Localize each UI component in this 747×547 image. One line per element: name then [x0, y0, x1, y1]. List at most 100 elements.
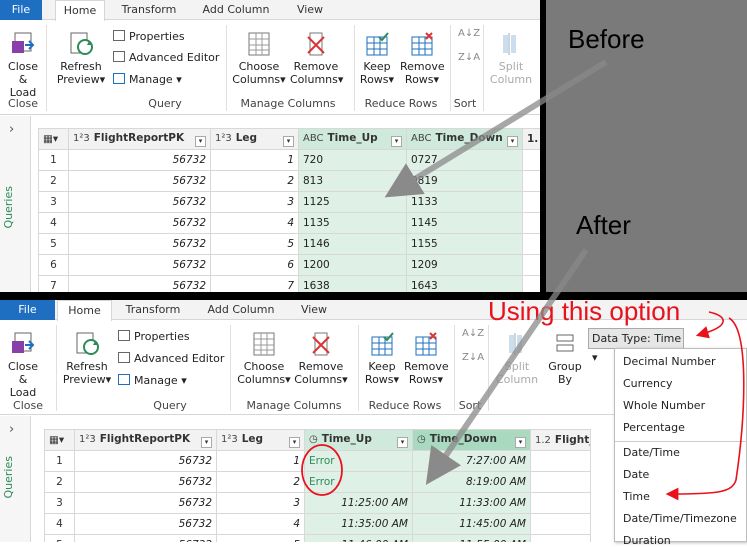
cell-leg[interactable]: 5 [216, 534, 305, 542]
cell-leg[interactable]: 4 [210, 212, 299, 234]
column-header[interactable]: ABC Time_Up ▾ [298, 128, 407, 150]
cell-flightreportpk[interactable]: 56732 [68, 233, 211, 255]
cell-leg[interactable]: 2 [210, 170, 299, 192]
cell-time-down[interactable]: 7:27:00 AM [412, 450, 531, 472]
remove-columns-button[interactable]: Remove Columns▾ [290, 31, 343, 86]
cell-extra[interactable] [522, 149, 541, 171]
cell-time-up[interactable]: Error [304, 471, 413, 493]
cell-extra[interactable] [522, 212, 541, 234]
manage-button[interactable]: Manage ▾ [118, 374, 187, 388]
tab-home[interactable]: Home [57, 300, 112, 321]
cell-flightreportpk[interactable]: 56732 [68, 170, 211, 192]
tab-add-column[interactable]: Add Column [200, 300, 282, 320]
tab-transform[interactable]: Transform [114, 0, 184, 20]
filter-dropdown-icon[interactable]: ▾ [201, 436, 212, 448]
cell-flight[interactable] [530, 534, 591, 542]
table-menu-icon[interactable]: ▦▾ [44, 429, 75, 451]
cell-time-up[interactable]: 813 [298, 170, 407, 192]
cell-leg[interactable]: 3 [210, 191, 299, 213]
properties-button[interactable]: Properties [113, 30, 185, 44]
filter-dropdown-icon[interactable]: ▾ [397, 436, 408, 448]
data-type-dropdown[interactable]: Data Type: Time ▾ [588, 328, 684, 364]
menu-item[interactable]: Date [623, 468, 649, 481]
menu-item[interactable]: Date/Time [623, 446, 680, 459]
refresh-preview-button[interactable]: Refresh Preview▾ [60, 331, 114, 386]
close-load-button[interactable]: Close & Load [2, 31, 44, 99]
cell-extra[interactable] [522, 233, 541, 255]
sort-ascending-icon[interactable]: A↓Z [458, 27, 480, 41]
cell-flightreportpk[interactable]: 56732 [74, 471, 217, 493]
remove-columns-button[interactable]: Remove Columns▾ [294, 331, 348, 386]
split-column-button[interactable]: Split Column [494, 331, 540, 386]
close-load-button[interactable]: Close & Load [2, 331, 44, 399]
cell-time-down[interactable]: 1643 [406, 275, 523, 292]
cell-time-down[interactable]: 1133 [406, 191, 523, 213]
tab-file[interactable]: File [0, 300, 55, 320]
filter-dropdown-icon[interactable]: ▾ [507, 135, 518, 147]
cell-time-down[interactable]: 11:45:00 AM [412, 513, 531, 535]
column-header[interactable]: 1²3 Leg ▾ [210, 128, 299, 150]
remove-rows-button[interactable]: Remove Rows▾ [404, 331, 449, 386]
cell-flightreportpk[interactable]: 56732 [68, 191, 211, 213]
cell-leg[interactable]: 2 [216, 471, 305, 493]
cell-flight[interactable] [530, 450, 591, 472]
column-header[interactable]: ABC Time_Down ▾ [406, 128, 523, 150]
cell-flightreportpk[interactable]: 56732 [68, 275, 211, 292]
refresh-preview-button[interactable]: Refresh Preview▾ [55, 31, 107, 86]
cell-time-up[interactable]: Error [304, 450, 413, 472]
cell-time-up[interactable]: 1200 [298, 254, 407, 276]
tab-view[interactable]: View [288, 0, 332, 20]
column-header[interactable]: ◷ Time_Up ▾ [304, 429, 413, 451]
cell-leg[interactable]: 4 [216, 513, 305, 535]
menu-item[interactable]: Whole Number [623, 399, 705, 412]
remove-rows-button[interactable]: Remove Rows▾ [400, 31, 445, 86]
cell-time-up[interactable]: 720 [298, 149, 407, 171]
cell-extra[interactable] [522, 191, 541, 213]
cell-flightreportpk[interactable]: 56732 [68, 212, 211, 234]
queries-pane[interactable]: › Queries [0, 416, 31, 542]
cell-time-down[interactable]: 1145 [406, 212, 523, 234]
cell-flightreportpk[interactable]: 56732 [74, 492, 217, 514]
column-header[interactable]: ◷ Time_Down ▾ [412, 429, 531, 451]
menu-item[interactable]: Percentage [623, 421, 685, 434]
cell-leg[interactable]: 7 [210, 275, 299, 292]
menu-item[interactable]: Decimal Number [623, 355, 716, 368]
sort-descending-icon[interactable]: Z↓A [458, 51, 480, 65]
column-header[interactable]: 1. [522, 128, 541, 150]
cell-time-up[interactable]: 1125 [298, 191, 407, 213]
cell-time-down[interactable]: 1155 [406, 233, 523, 255]
filter-dropdown-icon[interactable]: ▾ [391, 135, 402, 147]
cell-flightreportpk[interactable]: 56732 [68, 254, 211, 276]
menu-item[interactable]: Currency [623, 377, 673, 390]
cell-flight[interactable] [530, 471, 591, 493]
cell-flightreportpk[interactable]: 56732 [74, 450, 217, 472]
tab-transform[interactable]: Transform [118, 300, 188, 320]
properties-button[interactable]: Properties [118, 330, 190, 344]
cell-extra[interactable] [522, 254, 541, 276]
sort-ascending-icon[interactable]: A↓Z [462, 327, 484, 341]
queries-pane[interactable]: › Queries [0, 116, 31, 292]
group-by-button[interactable]: Group By [544, 331, 586, 386]
tab-home[interactable]: Home [55, 0, 105, 21]
filter-dropdown-icon[interactable]: ▾ [283, 135, 294, 147]
keep-rows-button[interactable]: Keep Rows▾ [362, 331, 402, 386]
cell-flightreportpk[interactable]: 56732 [74, 534, 217, 542]
cell-time-up[interactable]: 1638 [298, 275, 407, 292]
column-header[interactable]: 1.2Flight_ [530, 429, 591, 451]
cell-time-up[interactable]: 11:46:00 AM [304, 534, 413, 542]
menu-item[interactable]: Time [623, 490, 650, 503]
column-header[interactable]: 1²3 Leg ▾ [216, 429, 305, 451]
cell-time-down[interactable]: 11:33:00 AM [412, 492, 531, 514]
manage-button[interactable]: Manage ▾ [113, 73, 182, 87]
cell-flight[interactable] [530, 492, 591, 514]
chevron-right-icon[interactable]: › [9, 122, 14, 137]
table-menu-icon[interactable]: ▦▾ [38, 128, 69, 150]
cell-leg[interactable]: 5 [210, 233, 299, 255]
menu-item[interactable]: Duration [623, 534, 671, 547]
chevron-right-icon[interactable]: › [9, 422, 14, 437]
cell-time-up[interactable]: 1146 [298, 233, 407, 255]
cell-time-down[interactable]: 1209 [406, 254, 523, 276]
cell-time-down[interactable]: 0727 [406, 149, 523, 171]
advanced-editor-button[interactable]: Advanced Editor [113, 51, 219, 65]
cell-flight[interactable] [530, 513, 591, 535]
